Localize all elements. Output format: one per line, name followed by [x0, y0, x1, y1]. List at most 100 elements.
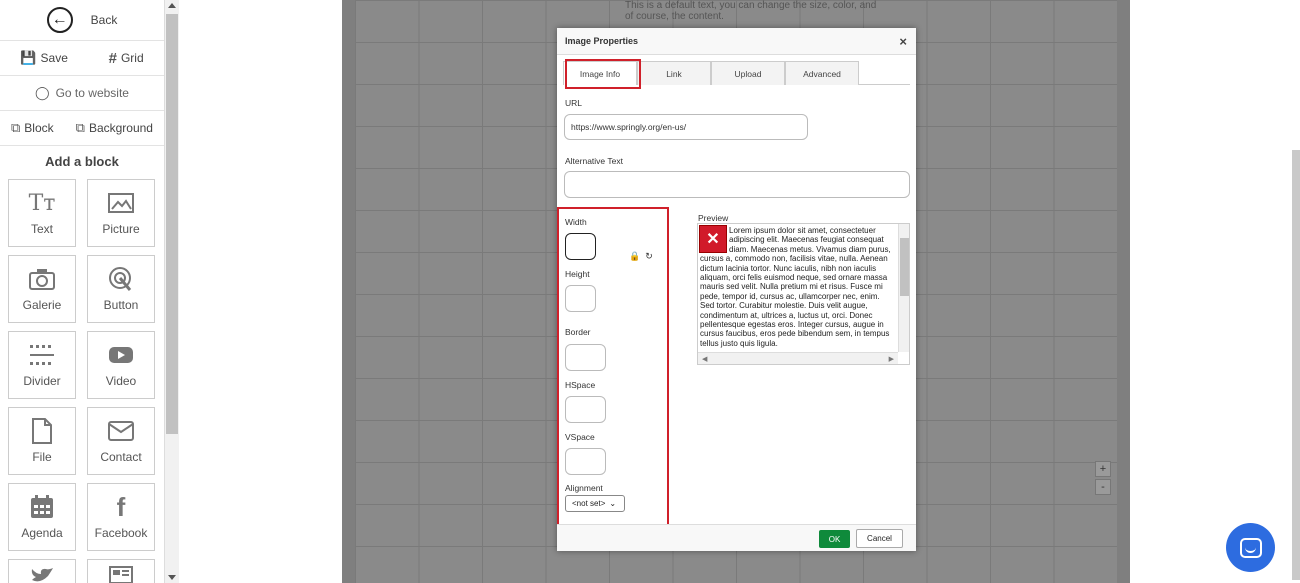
preview-horizontal-scrollbar[interactable]: ◀ ▶	[698, 352, 898, 364]
tab-advanced[interactable]: Advanced	[785, 61, 859, 85]
block-palette: Tт Text Picture Galerie Button Divider V…	[0, 176, 164, 583]
block-tile-file[interactable]: File	[8, 407, 76, 475]
block-tile-label: Video	[105, 374, 137, 388]
chat-support-button[interactable]	[1226, 523, 1275, 572]
dialog-title: Image Properties	[565, 36, 639, 46]
block-tile-video[interactable]: Video	[87, 331, 155, 399]
grid-label: Grid	[120, 51, 144, 65]
scroll-down-arrow-icon[interactable]	[168, 575, 176, 580]
block-tile-button[interactable]: Button	[87, 255, 155, 323]
block-tile-contact[interactable]: Contact	[87, 407, 155, 475]
globe-icon: ◯	[35, 85, 50, 100]
scrollbar-thumb[interactable]	[900, 238, 909, 296]
alignment-value: <not set>	[572, 499, 606, 508]
alternative-text-field[interactable]	[564, 171, 910, 198]
preview-text: Lorem ipsum dolor sit amet, consectetuer…	[700, 226, 891, 348]
tab-highlight-box	[565, 59, 641, 89]
divider-icon	[28, 342, 56, 368]
back-arrow-icon: ←	[46, 7, 73, 33]
background-button[interactable]: ⧉ Background	[76, 120, 153, 136]
block-tile-label: Picture	[102, 222, 140, 236]
zoom-out-button[interactable]: -	[1095, 479, 1111, 495]
workspace-margin-right	[1130, 0, 1300, 583]
floppy-disk-icon: 💾	[20, 50, 37, 65]
background-label: Background	[88, 121, 153, 135]
block-tile-text[interactable]: Tт Text	[8, 179, 76, 247]
cancel-button[interactable]: Cancel	[856, 529, 903, 548]
camera-icon	[28, 266, 56, 292]
url-label: URL	[565, 98, 583, 108]
image-properties-dialog: Image Properties × Image Info Link Uploa…	[557, 28, 916, 551]
close-icon[interactable]: ×	[899, 34, 907, 49]
chat-icon	[1239, 537, 1262, 558]
block-button[interactable]: ⧉ Block	[11, 120, 54, 136]
sidebar-scrollbar[interactable]	[165, 0, 179, 583]
block-tile-label: File	[32, 450, 52, 464]
url-field[interactable]: https://www.springly.org/en-us/	[564, 114, 808, 140]
width-label: Width	[565, 217, 587, 227]
save-label: Save	[40, 51, 68, 65]
lock-icon[interactable]: 🔒	[629, 251, 640, 262]
vspace-label: VSpace	[565, 432, 595, 442]
preview-vertical-scrollbar[interactable]	[898, 224, 909, 352]
alternative-text-label: Alternative Text	[565, 156, 623, 166]
width-field[interactable]	[565, 233, 596, 260]
grid-button[interactable]: # Grid	[109, 50, 144, 67]
block-tile-galerie[interactable]: Galerie	[8, 255, 76, 323]
block-tile-agenda[interactable]: Agenda	[8, 483, 76, 551]
save-grid-row: 💾 Save # Grid	[0, 41, 164, 76]
block-tile-picture[interactable]: Picture	[87, 179, 155, 247]
block-tile-label: Facebook	[94, 526, 148, 540]
zoom-in-button[interactable]: +	[1095, 461, 1111, 477]
reset-size-icon[interactable]: ↻	[645, 251, 653, 262]
text-type-icon: Tт	[28, 190, 56, 216]
border-field[interactable]	[565, 344, 606, 371]
vspace-field[interactable]	[565, 448, 606, 475]
block-tile-divider[interactable]: Divider	[8, 331, 76, 399]
block-label: Block	[24, 121, 54, 135]
alignment-label: Alignment	[565, 483, 603, 493]
workspace-margin-left	[179, 0, 342, 583]
twitter-icon	[28, 566, 56, 583]
block-tile-label: Button	[103, 298, 139, 312]
scroll-right-arrow-icon[interactable]: ▶	[889, 355, 894, 363]
go-to-website-button[interactable]: ◯ Go to website	[0, 76, 164, 111]
preview-label: Preview	[698, 213, 729, 223]
scroll-up-arrow-icon[interactable]	[168, 3, 176, 8]
save-button[interactable]: 💾 Save	[20, 50, 68, 66]
scroll-left-arrow-icon[interactable]: ◀	[702, 355, 707, 363]
block-tile-facebook[interactable]: f Facebook	[87, 483, 155, 551]
file-icon	[28, 418, 56, 444]
hspace-field[interactable]	[565, 396, 606, 423]
page-scrollbar[interactable]	[1292, 150, 1300, 580]
height-label: Height	[565, 269, 590, 279]
video-play-icon	[107, 342, 135, 368]
hspace-label: HSpace	[565, 380, 596, 390]
dialog-header: Image Properties ×	[557, 28, 916, 55]
back-button[interactable]: ← Back	[0, 0, 164, 41]
go-to-website-label: Go to website	[55, 86, 129, 100]
block-tile-label: Divider	[23, 374, 61, 388]
envelope-icon	[107, 418, 135, 444]
block-tile-label: Text	[30, 222, 53, 236]
block-tile-label: Galerie	[22, 298, 62, 312]
facebook-icon: f	[116, 491, 126, 522]
ratio-controls: 🔒 ↻	[629, 251, 653, 262]
newspaper-icon	[107, 566, 135, 583]
block-tile-news[interactable]	[87, 559, 155, 583]
image-preview: ✕ Lorem ipsum dolor sit amet, consectetu…	[697, 223, 910, 365]
height-field[interactable]	[565, 285, 596, 312]
block-tile-label: Agenda	[21, 526, 63, 540]
tab-link[interactable]: Link	[637, 61, 711, 85]
dialog-footer: OK Cancel	[557, 524, 916, 551]
border-label: Border	[565, 327, 591, 337]
block-tile-twitter[interactable]	[8, 559, 76, 583]
block-background-row: ⧉ Block ⧉ Background	[0, 111, 164, 146]
alignment-select[interactable]: <not set> ⌄	[565, 495, 625, 512]
calendar-icon	[28, 494, 56, 520]
scrollbar-thumb[interactable]	[166, 14, 178, 434]
tab-upload[interactable]: Upload	[711, 61, 785, 85]
pointer-click-icon	[107, 266, 135, 292]
back-label: Back	[90, 13, 118, 27]
ok-button[interactable]: OK	[819, 530, 850, 548]
